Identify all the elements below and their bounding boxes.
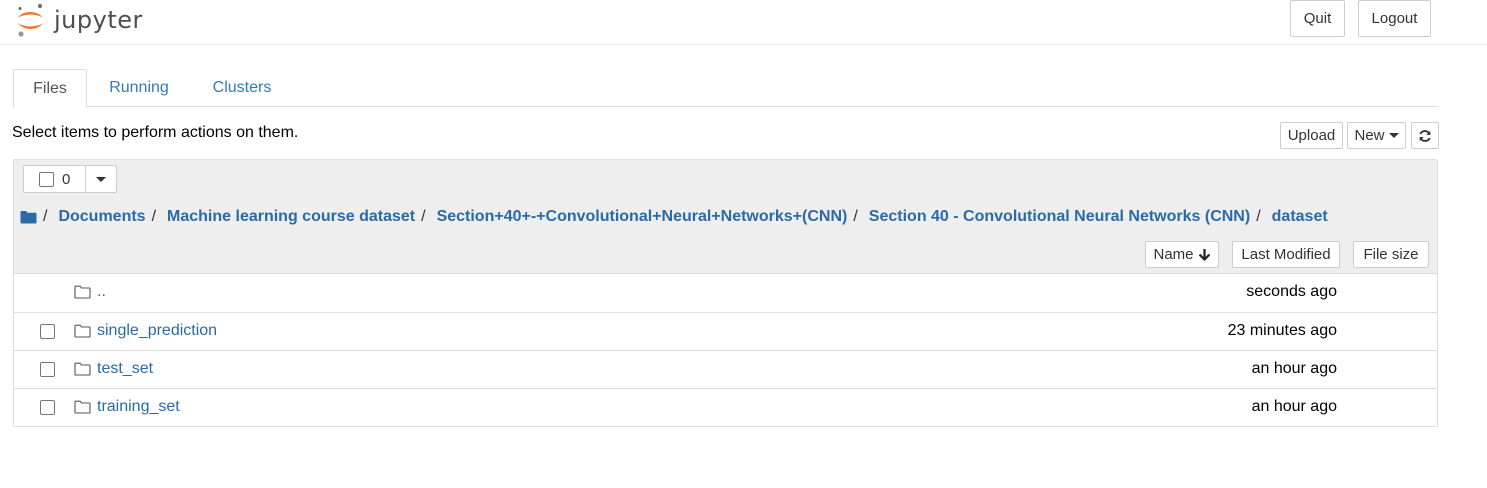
list-item[interactable]: test_set an hour ago [14, 350, 1437, 388]
breadcrumb-separator: / [43, 208, 48, 225]
sort-by-name-button[interactable]: Name [1145, 241, 1219, 268]
folder-icon [74, 400, 91, 414]
selected-count: 0 [62, 170, 71, 188]
breadcrumb-item[interactable]: Section+40+-+Convolutional+Neural+Networ… [437, 208, 848, 226]
sort-name-label: Name [1153, 246, 1194, 263]
file-name-link[interactable]: training_set [97, 398, 180, 416]
row-checkbox[interactable] [40, 362, 55, 377]
header-bar: jupyter Quit Logout [0, 0, 1487, 45]
file-name-link[interactable]: test_set [97, 360, 153, 378]
select-all-checkbox[interactable] [39, 171, 54, 187]
breadcrumb-separator: / [421, 208, 426, 225]
logout-button[interactable]: Logout [1358, 0, 1431, 37]
folder-icon [74, 362, 91, 376]
file-modified: 23 minutes ago [1227, 322, 1337, 339]
breadcrumb-item[interactable]: Section 40 - Convolutional Neural Networ… [869, 208, 1250, 226]
breadcrumb-item[interactable]: dataset [1272, 208, 1328, 226]
list-item[interactable]: training_set an hour ago [14, 388, 1437, 426]
caret-down-icon [1388, 133, 1399, 138]
tab-running[interactable]: Running [93, 69, 185, 107]
select-all-control[interactable]: 0 [24, 166, 86, 192]
arrow-down-icon [1198, 249, 1210, 261]
file-list-panel: 0 / Documents / Machine learning course … [13, 159, 1438, 427]
breadcrumb-separator: / [853, 208, 858, 225]
jupyter-logo-icon [18, 3, 43, 37]
upload-button[interactable]: Upload [1280, 122, 1343, 149]
breadcrumb: / Documents / Machine learning course da… [20, 206, 1328, 228]
sort-by-size-button[interactable]: File size [1353, 241, 1429, 268]
breadcrumb-item[interactable]: Documents [58, 208, 145, 226]
logo-text: jupyter [54, 6, 143, 34]
tab-files[interactable]: Files [13, 69, 87, 108]
file-modified: an hour ago [1251, 360, 1337, 377]
selection-hint: Select items to perform actions on them. [12, 124, 299, 141]
folder-icon [74, 285, 91, 299]
folder-icon [74, 324, 91, 338]
new-button[interactable]: New [1347, 122, 1406, 149]
new-button-label: New [1354, 127, 1385, 144]
tab-bar: Files Running Clusters [13, 69, 1438, 108]
select-menu-toggle[interactable] [86, 166, 116, 192]
sort-by-modified-button[interactable]: Last Modified [1232, 241, 1340, 268]
quit-button[interactable]: Quit [1290, 0, 1345, 37]
jupyter-logo[interactable]: jupyter [16, 1, 143, 39]
list-item[interactable]: single_prediction 23 minutes ago [14, 312, 1437, 350]
tab-clusters[interactable]: Clusters [196, 69, 288, 107]
refresh-icon [1419, 129, 1431, 142]
file-name-link[interactable]: .. [97, 283, 106, 301]
breadcrumb-separator: / [1256, 208, 1261, 225]
select-all-group: 0 [23, 165, 117, 193]
breadcrumb-separator: / [151, 208, 157, 225]
breadcrumb-item[interactable]: Machine learning course dataset [167, 208, 415, 226]
row-checkbox[interactable] [40, 324, 55, 339]
list-item[interactable]: .. seconds ago [14, 274, 1437, 312]
file-list-header: 0 / Documents / Machine learning course … [14, 160, 1437, 274]
refresh-button[interactable] [1411, 122, 1439, 149]
home-folder-link[interactable] [20, 210, 37, 224]
caret-down-icon [96, 176, 106, 182]
file-modified: seconds ago [1246, 283, 1337, 300]
file-name-link[interactable]: single_prediction [97, 322, 217, 340]
row-checkbox[interactable] [40, 400, 55, 415]
folder-filled-icon [20, 211, 37, 224]
file-modified: an hour ago [1251, 398, 1337, 415]
